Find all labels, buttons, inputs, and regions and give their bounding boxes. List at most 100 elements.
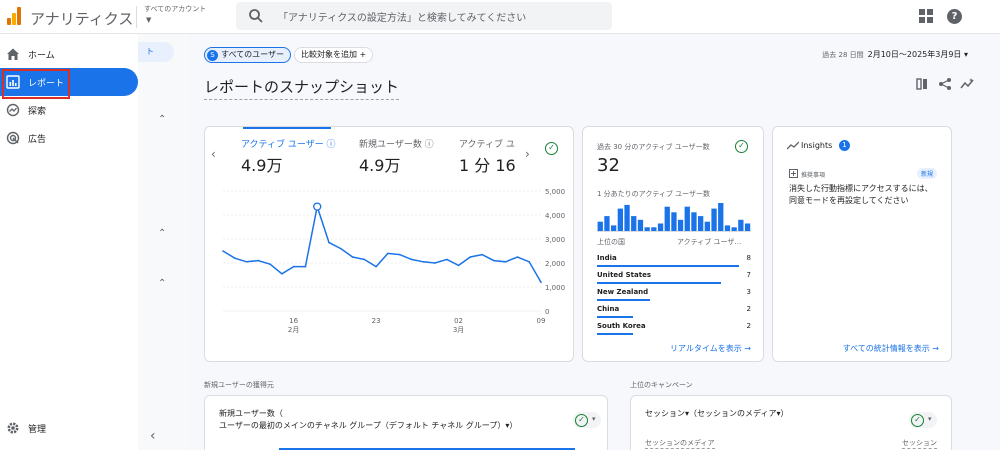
search-input[interactable]: 「アナリティクスの設定方法」と検索してみてください [278,9,526,24]
secondary-nav: ト ⌃ ⌃ ⌃ [138,34,188,450]
peak-point[interactable] [313,202,322,211]
advertising-icon [6,131,20,145]
chevron-right-icon[interactable]: › [525,147,530,161]
card-title[interactable]: 新規ユーザー数（ ユーザーの最初のメインのチャネル グループ（デフォルト チャネル… [219,408,517,432]
country-count: 8 [746,254,751,262]
data-point [222,250,224,252]
realtime-title: 過去 30 分のアクティブ ユーザー数 [597,143,710,151]
chevron-down-icon[interactable]: ▼ [146,16,151,24]
date-range-picker[interactable]: 過去 28 日間 2月10日～2025年3月9日 ▾ [822,49,968,60]
metric-label: アクティブ ユーザー ⓘ [241,140,336,150]
metric-active-users[interactable]: アクティブ ユーザー ⓘ 4.9万 [241,137,336,176]
apps-grid-icon[interactable] [919,9,933,23]
date-range-value: 2月10日～2025年3月9日 ▾ [867,50,968,59]
realtime-bar [718,203,724,231]
app-title: アナリティクス [30,10,134,28]
realtime-bar [611,225,617,231]
country-row[interactable]: India 8 [597,251,751,268]
data-point [422,261,425,263]
view-realtime-link[interactable]: リアルタイムを表示 → [670,343,751,354]
country-name: New Zealand [597,288,649,296]
data-point [245,261,248,263]
account-selector[interactable]: すべてのアカウント [144,4,206,14]
audience-chip[interactable]: S すべてのユーザー [204,47,291,63]
column-header-medium[interactable]: セッションのメディア [645,438,715,449]
metric-label: 新規ユーザー数 ⓘ [359,140,434,150]
chevron-up-icon[interactable]: ⌃ [158,228,166,239]
add-comparison-button[interactable]: 比較対象を追加 + [294,47,374,63]
view-all-insights-link[interactable]: すべての統計情報を表示 → [843,343,939,354]
card-menu-button[interactable]: ✓ ▾ [909,412,937,428]
explore-icon [6,103,20,117]
column-header-country: 上位の国 [597,238,625,246]
column-header-sessions[interactable]: セッション [902,438,937,449]
data-point [457,264,460,267]
insight-text[interactable]: 消失した行動指標にアクセスするには、同意モードを再設定してください [789,183,939,207]
country-count: 2 [746,305,751,313]
country-row[interactable]: China 2 [597,302,751,319]
line-chart: 5,000 4,000 3,000 2,000 1,000 0 162月 23 023月 09 [222,188,565,334]
nav-label: ホーム [28,51,55,61]
card-menu-button[interactable]: ✓ ▾ [573,412,601,428]
customize-report-icon[interactable] [915,77,929,91]
check-circle-icon: ✓ [575,413,588,427]
realtime-bar [651,227,657,231]
chevron-left-icon[interactable]: ‹ [211,147,216,161]
metric-engagement-time[interactable]: アクティブ ユ 1 分 16 秒 [459,137,519,176]
secondary-nav-active-item[interactable]: ト [138,42,174,62]
main-content: S すべてのユーザー 比較対象を追加 + 過去 28 日間 2月10日～2025年3… [188,34,1000,450]
country-count: 2 [746,322,751,330]
data-point [304,265,307,268]
analytics-logo[interactable] [6,6,22,26]
add-box-icon [789,169,798,178]
country-bar [597,316,633,318]
title-line-1: 新規ユーザー数（ [219,409,283,418]
help-icon[interactable]: ? [947,9,962,24]
nav-item-advertising[interactable]: 広告 [0,124,138,152]
search-bar[interactable]: 「アナリティクスの設定方法」と検索してみてください [236,2,612,30]
country-bar [597,282,722,284]
realtime-bar [657,223,664,231]
country-row[interactable]: New Zealand 3 [597,285,751,302]
chevron-up-icon[interactable]: ⌃ [158,278,166,289]
realtime-bar [664,206,670,231]
data-point [410,258,413,261]
card-title[interactable]: セッション▾（セッションのメディア▾） [645,408,788,420]
metric-new-users[interactable]: 新規ユーザー数 ⓘ 4.9万 [359,137,434,176]
insights-card: Insights 1 推奨事項 新規 消失した行動指標にアクセスするには、同意モ… [772,126,952,362]
divider [136,6,137,28]
nav-item-explore[interactable]: 探索 [0,96,138,124]
nav-item-home[interactable]: ホーム [0,40,138,68]
metric-value: 1 分 16 秒 [459,156,519,175]
data-point [504,261,507,263]
y-tick-label: 1,000 [545,284,565,292]
new-badge: 新規 [917,168,938,179]
collapse-nav-button[interactable]: ‹ [150,428,156,444]
section-label-campaigns: 上位のキャンペーン [630,381,693,389]
campaigns-card: セッション▾（セッションのメディア▾） ✓ ▾ セッションのメディア セッション [630,395,952,450]
data-point [387,252,389,255]
share-icon[interactable] [938,77,952,91]
title-line-2: ユーザーの最初のメインのチャネル グループ（デフォルト チャネル グループ）▾） [219,421,518,430]
insights-count-badge: 1 [839,140,850,151]
country-name: China [597,305,620,313]
chevron-up-icon[interactable]: ⌃ [158,114,166,125]
x-tick-label: 02 [454,317,463,325]
active-tab-indicator [243,127,331,129]
realtime-card: 過去 30 分のアクティブ ユーザー数 ✓ 32 1 分あたりのアクティブ ユー… [582,126,764,362]
insights-trend-icon[interactable] [960,77,974,91]
realtime-bar [597,221,603,231]
check-circle-icon[interactable]: ✓ [735,140,748,153]
data-point [528,261,531,263]
realtime-bar [637,219,644,231]
data-point [292,265,295,268]
search-icon [249,9,263,23]
nav-item-admin[interactable]: 管理 [0,414,138,442]
realtime-subtitle: 1 分あたりのアクティブ ユーザー数 [597,190,710,198]
realtime-bar [744,223,751,231]
x-tick-label: 2月 [288,326,299,334]
country-row[interactable]: South Korea 2 [597,319,751,336]
realtime-bar [671,212,677,231]
check-circle-icon[interactable]: ✓ [545,142,558,155]
country-row[interactable]: United States 7 [597,268,751,285]
